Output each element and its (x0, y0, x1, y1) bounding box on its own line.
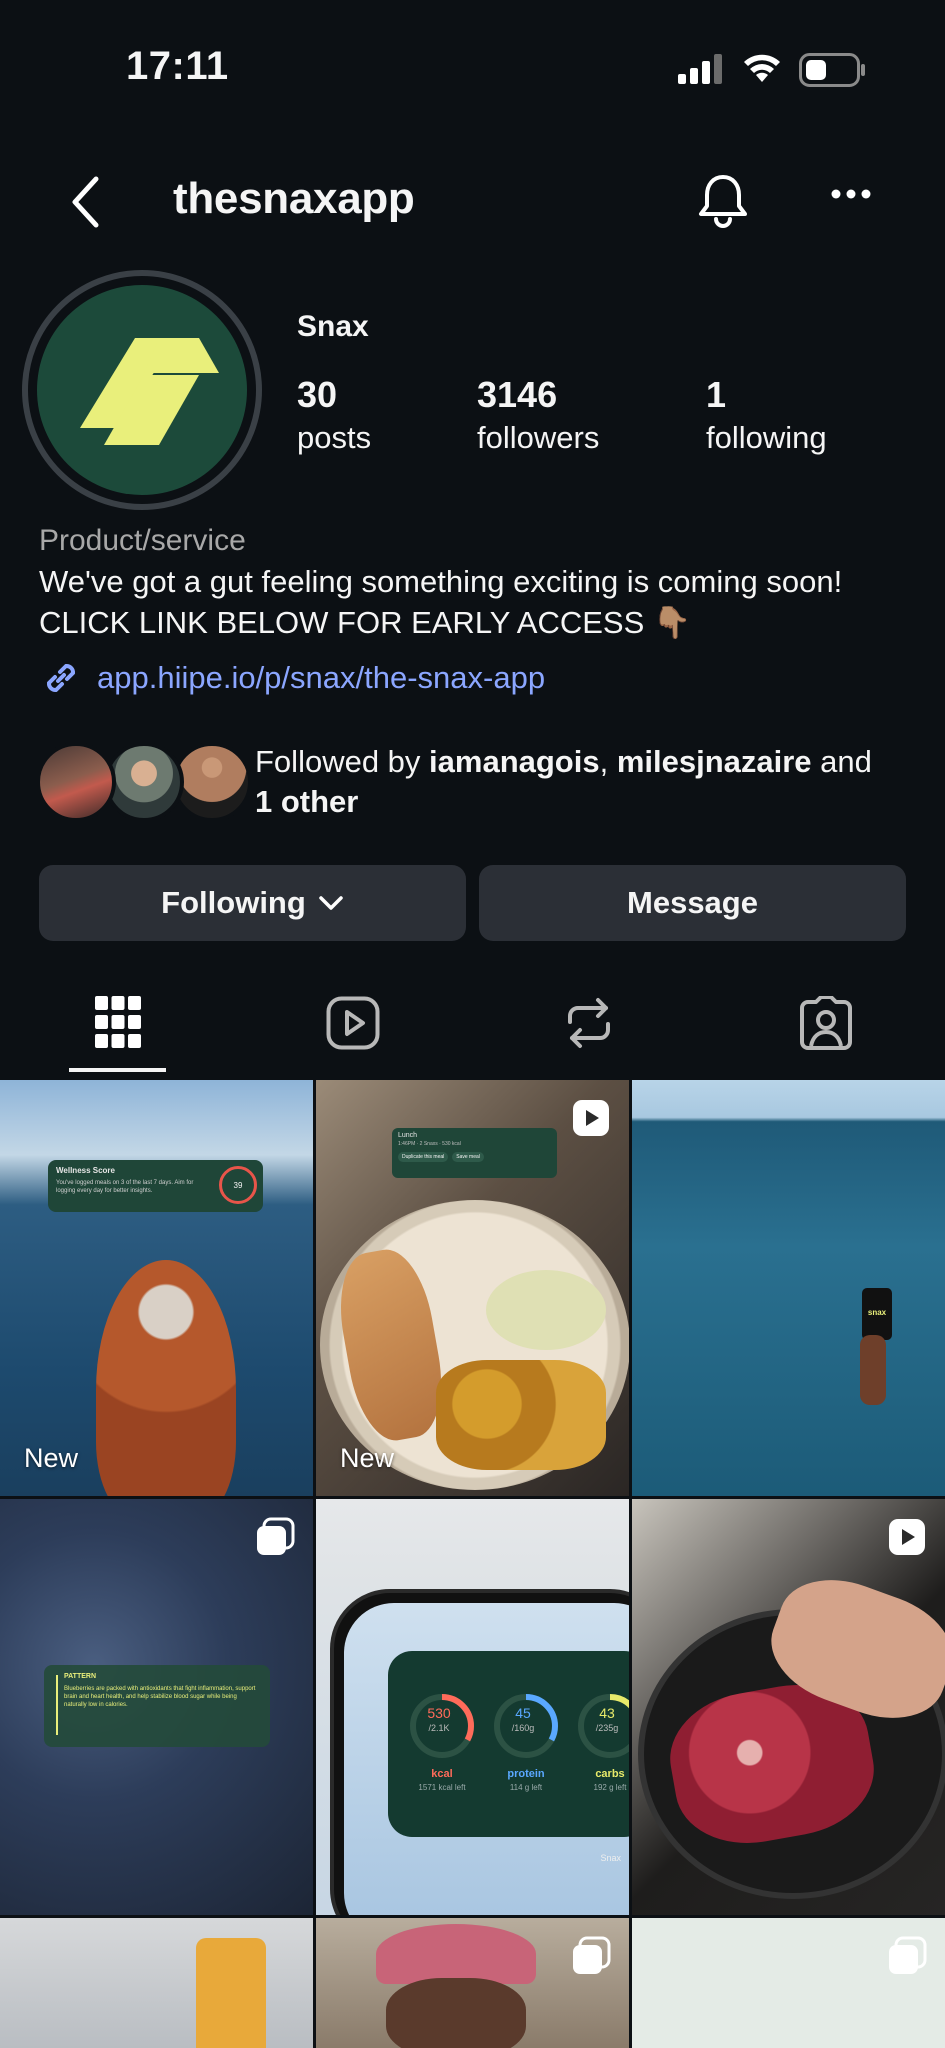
stat-followers-value: 3146 (477, 374, 558, 415)
more-options-icon[interactable] (830, 188, 872, 200)
pattern-card: PATTERN Blueberries are packed with anti… (44, 1665, 270, 1747)
ring-label: carbs (595, 1768, 625, 1780)
post-tile[interactable] (0, 1918, 313, 2048)
carousel-badge-icon (889, 1936, 927, 1974)
ring-value: 43 (599, 1705, 615, 1721)
nutrition-panel: 530/2.1K kcal 1571 kcal left 45/160g protein… (388, 1651, 629, 1837)
post-tile[interactable]: snax (632, 1080, 945, 1496)
chevron-down-icon (319, 896, 343, 910)
profile-bio-line: CLICK LINK BELOW FOR EARLY ACCESS 👇🏽 (39, 605, 692, 640)
duplicate-meal-chip: Duplicate this meal (398, 1152, 449, 1162)
carousel-badge-icon (257, 1517, 295, 1555)
stat-posts-value: 30 (297, 374, 338, 415)
active-tab-indicator (69, 1068, 166, 1072)
pattern-card-text: Blueberries are packed with antioxidants… (64, 1686, 256, 1708)
stat-posts-label: posts (297, 420, 372, 455)
reel-badge-icon (889, 1519, 925, 1555)
stat-followers[interactable]: 3146 followers (477, 374, 599, 456)
reels-icon[interactable] (326, 996, 380, 1050)
stat-followers-label: followers (477, 420, 600, 455)
wifi-icon (744, 54, 780, 82)
battery-icon (799, 53, 865, 87)
follower-avatar[interactable] (36, 742, 116, 822)
ring-value: 530 (427, 1705, 451, 1721)
followed-by-user: iamanagois (429, 744, 600, 779)
carousel-badge-icon (573, 1936, 611, 1974)
profile-category: Product/service (39, 524, 246, 557)
ring-label: protein (507, 1768, 545, 1780)
stat-following-value: 1 (706, 374, 727, 415)
status-time: 17:11 (126, 44, 229, 88)
ring-target: /2.1K (428, 1723, 450, 1733)
meal-card-subtitle: 1:46PM · 2 Snaxs · 530 kcal (398, 1141, 461, 1147)
grid-icon[interactable] (95, 996, 141, 1048)
reel-badge-icon (573, 1100, 609, 1136)
ring-left: 1571 kcal left (418, 1783, 466, 1792)
stat-following[interactable]: 1 following (706, 374, 827, 456)
post-tile[interactable]: Lunch 1:46PM · 2 Snaxs · 530 kcal Duplic… (316, 1080, 629, 1496)
post-tile[interactable]: PATTERN Blueberries are packed with anti… (0, 1499, 313, 1915)
snax-brand-label: Snax (600, 1853, 621, 1863)
profile-link-text: app.hiipe.io/p/snax/the-snax-app (97, 660, 546, 695)
nutrition-ring: 530/2.1K kcal 1571 kcal left (404, 1691, 480, 1792)
followed-by-and: and (811, 744, 872, 779)
tagged-icon[interactable] (798, 996, 854, 1050)
followed-by-other: 1 other (255, 784, 359, 819)
new-post-label: New (24, 1443, 79, 1473)
followed-by-prefix: Followed by (255, 744, 430, 779)
save-meal-chip: Save meal (452, 1152, 484, 1162)
following-button[interactable]: Following (39, 865, 466, 941)
post-tile[interactable]: Wellness Score You've logged meals on 3 … (0, 1080, 313, 1496)
message-button-label: Message (627, 885, 758, 920)
pattern-card-title: PATTERN (64, 1673, 97, 1680)
profile-bio-line: We've got a gut feeling something exciti… (39, 564, 843, 599)
stat-following-label: following (706, 420, 827, 455)
bell-icon[interactable] (695, 172, 751, 228)
profile-avatar[interactable] (22, 270, 262, 510)
back-arrow-icon[interactable] (70, 176, 102, 228)
ring-left: 192 g left (593, 1783, 627, 1792)
link-icon (47, 664, 75, 692)
profile-display-name: Snax (297, 310, 369, 343)
followed-by-user: milesjnazaire (616, 744, 812, 779)
following-button-label: Following (161, 885, 306, 920)
follower-avatar[interactable] (104, 742, 184, 822)
ring-value: 45 (515, 1705, 531, 1721)
profile-link[interactable]: app.hiipe.io/p/snax/the-snax-app (39, 656, 545, 700)
wellness-score: 39 (219, 1166, 257, 1204)
wellness-card-text: You've logged meals on 3 of the last 7 d… (56, 1180, 194, 1194)
wellness-card: Wellness Score You've logged meals on 3 … (48, 1160, 263, 1212)
message-button[interactable]: Message (479, 865, 906, 941)
cellular-signal-icon (678, 54, 722, 84)
followed-by-text[interactable]: Followed by iamanagois, milesjnazaire an… (255, 742, 915, 822)
meal-card: Lunch 1:46PM · 2 Snaxs · 530 kcal Duplic… (392, 1128, 557, 1178)
post-tile[interactable] (632, 1918, 945, 2048)
ring-target: /160g (511, 1723, 535, 1733)
reposts-icon[interactable] (564, 996, 614, 1050)
new-post-label: New (340, 1443, 395, 1473)
nutrition-ring: 43/235g carbs 192 g left (572, 1691, 629, 1792)
followed-by-separator: , (599, 744, 617, 779)
nutrition-ring: 45/160g protein 114 g left (488, 1691, 564, 1792)
ring-label: kcal (431, 1768, 453, 1780)
snax-logo-icon (80, 338, 219, 445)
stat-posts[interactable]: 30 posts (297, 374, 371, 456)
meal-card-title: Lunch (398, 1132, 418, 1139)
post-tile[interactable] (316, 1918, 629, 2048)
ring-target: /235g (595, 1723, 619, 1733)
follower-avatar[interactable] (172, 742, 252, 822)
post-tile[interactable]: 530/2.1K kcal 1571 kcal left 45/160g protein… (316, 1499, 629, 1915)
post-tile[interactable] (632, 1499, 945, 1915)
phone-screen-text: snax (862, 1288, 892, 1340)
profile-username: thesnaxapp (173, 174, 415, 223)
ring-left: 114 g left (509, 1783, 543, 1792)
